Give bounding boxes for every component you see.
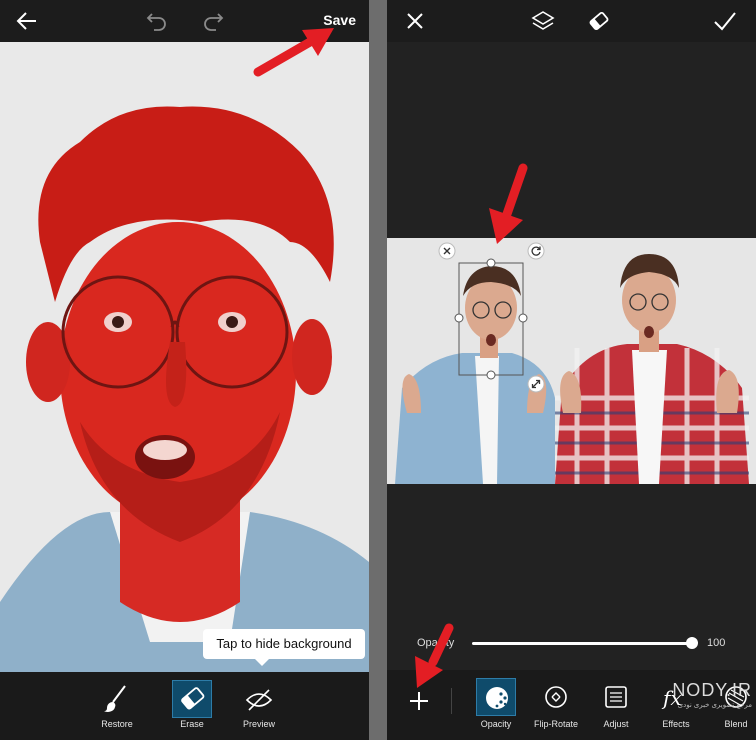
adjust-icon (596, 678, 636, 716)
left-editor-panel: Save Tap to hide background Restore Eras… (0, 0, 369, 740)
annotation-arrow-add (415, 623, 454, 688)
right-top-bar (387, 0, 756, 42)
opacity-tool[interactable]: Opacity (466, 670, 526, 738)
preview-icon (239, 680, 279, 718)
portrait-with-red-mask (0, 106, 369, 672)
brush-icon (97, 680, 137, 718)
watermark: NODY.IR مرجع تصویری خبری نودی (672, 680, 752, 709)
adjust-tool[interactable]: Adjust (586, 670, 646, 738)
hide-background-tooltip[interactable]: Tap to hide background (203, 629, 365, 666)
undo-icon[interactable] (146, 11, 168, 31)
composite-photo-canvas[interactable] (387, 238, 756, 484)
effects-label: Effects (662, 719, 690, 729)
flip-rotate-icon (536, 678, 576, 716)
flip-rotate-tool[interactable]: Flip-Rotate (526, 670, 586, 738)
annotation-arrow-save (253, 28, 334, 77)
two-men-composite (387, 238, 756, 484)
checkmark-icon[interactable] (713, 10, 737, 32)
redo-icon[interactable] (202, 11, 224, 31)
left-tool-bar: Restore Erase Preview (0, 672, 369, 740)
preview-label: Preview (242, 719, 275, 729)
close-icon[interactable] (405, 11, 425, 31)
opacity-value: 100 (707, 637, 726, 649)
watermark-subtext: مرجع تصویری خبری نودی (677, 702, 752, 709)
layers-icon[interactable] (531, 9, 555, 33)
opacity-tool-label: Opacity (480, 719, 512, 729)
cutout-photo-canvas[interactable] (0, 42, 369, 672)
watermark-text: NODY.IR (672, 680, 752, 700)
blend-label: Blend (724, 719, 748, 729)
arrow-left-icon[interactable] (16, 11, 38, 31)
plus-icon[interactable] (408, 690, 430, 712)
flip-rotate-label: Flip-Rotate (533, 719, 578, 729)
opacity-slider-track[interactable] (472, 642, 692, 645)
erase-tool[interactable]: Erase (162, 672, 222, 740)
opacity-icon (476, 678, 516, 716)
resize-handle-icon[interactable] (527, 375, 545, 393)
eraser-icon (172, 680, 212, 718)
delete-sticker-icon[interactable] (438, 242, 456, 260)
annotation-arrow-selection (489, 163, 528, 244)
erase-label: Erase (180, 719, 204, 729)
adjust-label: Adjust (603, 719, 629, 729)
eraser-icon[interactable] (587, 9, 611, 33)
restore-label: Restore (101, 719, 133, 729)
preview-tool[interactable]: Preview (229, 672, 289, 740)
restore-tool[interactable]: Restore (87, 672, 147, 740)
right-editor-panel: Opacity 100 Opacity Flip-Rotate Adjust f… (387, 0, 756, 740)
opacity-slider-thumb[interactable] (686, 637, 698, 649)
